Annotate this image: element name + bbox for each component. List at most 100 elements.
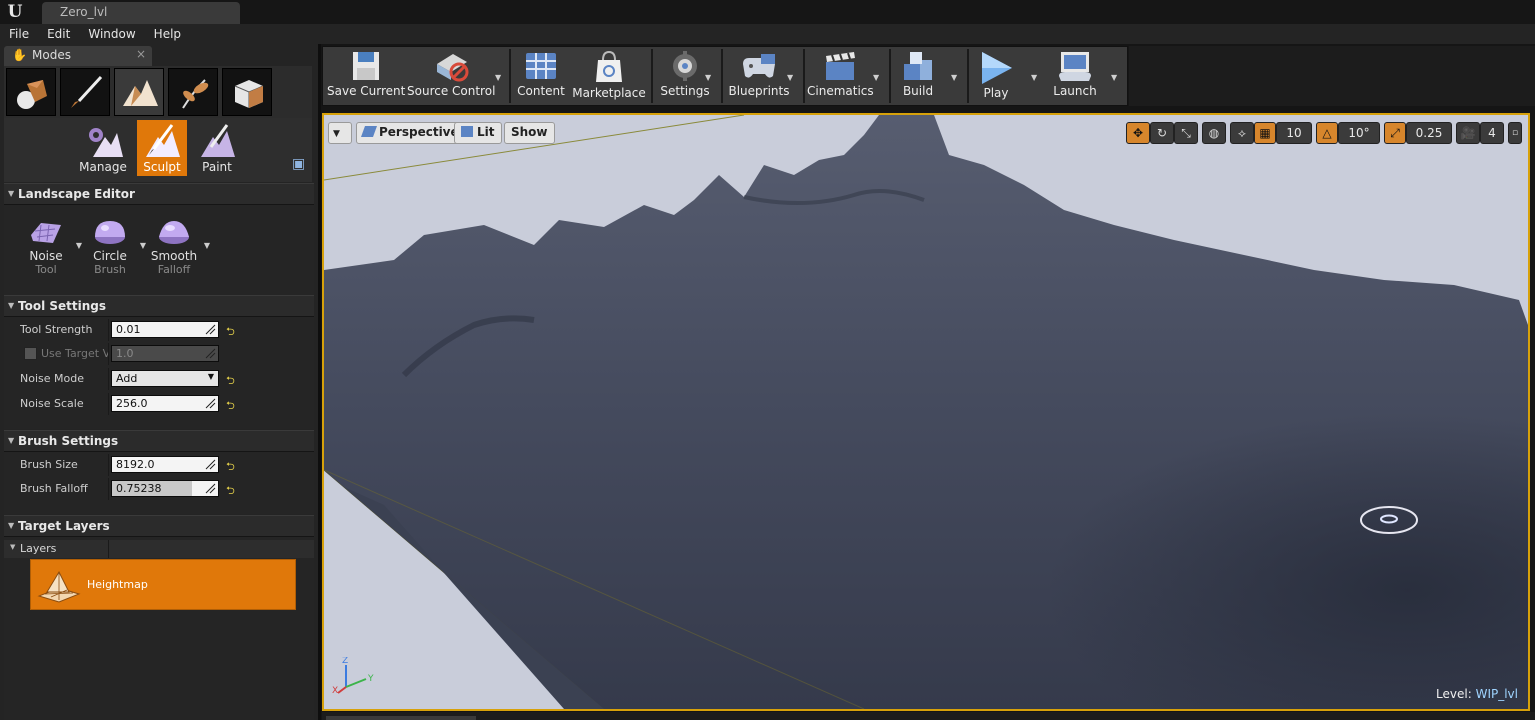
reset-arrow-icon[interactable]: ⮌ (226, 397, 235, 416)
column-divider (108, 478, 109, 500)
unreal-logo-icon[interactable]: U (4, 2, 26, 22)
brush-settings-header[interactable]: ▼ Brush Settings (4, 430, 314, 452)
surface-snap-icon[interactable]: ⟡ (1230, 122, 1254, 144)
target-layers-header[interactable]: ▼ Target Layers (4, 515, 314, 537)
rotation-snap-icon[interactable]: △ (1316, 122, 1338, 144)
settings-dropdown-icon[interactable]: ▼ (705, 73, 711, 82)
scale-snap-icon[interactable]: ⤢ (1384, 122, 1406, 144)
reset-arrow-icon[interactable]: ⮌ (226, 323, 235, 342)
landscape-editor-header[interactable]: ▼ Landscape Editor (4, 183, 314, 205)
geometry-mode-button[interactable] (222, 68, 272, 116)
toolbar-separator (721, 49, 723, 103)
show-button[interactable]: Show (504, 122, 555, 144)
build-blocks-icon (904, 52, 932, 80)
grid-snap-value[interactable]: 10 (1276, 122, 1312, 144)
build-dropdown-icon[interactable]: ▼ (951, 73, 957, 82)
lit-label: Lit (477, 125, 495, 139)
foliage-mode-button[interactable] (168, 68, 218, 116)
settings-gear-icon (673, 51, 697, 81)
scale-icon[interactable]: ⤡ (1174, 122, 1198, 144)
place-mode-button[interactable] (6, 68, 56, 116)
tool-strength-label: Tool Strength (20, 323, 93, 336)
bottom-panel-strip (322, 712, 1535, 720)
landscape-editor-body: Noise Tool ▼ Circle Brush ▼ Smooth Fallo… (4, 205, 314, 295)
noise-mode-value: Add (116, 372, 138, 385)
resize-handle-icon (205, 324, 216, 335)
circle-brush-button[interactable]: Circle Brush ▼ (80, 217, 146, 276)
landscape-mode-button[interactable] (114, 68, 164, 116)
paint-layer-mode-button[interactable]: Paint (192, 120, 242, 176)
smooth-falloff-button[interactable]: Smooth Falloff ▼ (144, 217, 210, 276)
brush-falloff-label: Brush Falloff (20, 482, 88, 495)
marketplace-button[interactable]: Marketplace (571, 47, 647, 105)
panel-splitter[interactable] (318, 44, 321, 720)
menu-bar: File Edit Window Help (0, 24, 1535, 44)
save-current-label: Save Current (327, 84, 406, 98)
menu-window[interactable]: Window (79, 24, 144, 44)
heightmap-layer-item[interactable]: Heightmap (30, 559, 296, 610)
bottom-panel-tab[interactable] (326, 716, 476, 720)
scale-snap-value[interactable]: 0.25 (1406, 122, 1452, 144)
reset-arrow-icon[interactable]: ⮌ (226, 482, 235, 501)
reset-arrow-icon[interactable]: ⮌ (226, 372, 235, 391)
brush-falloff-slider[interactable]: 0.75238 (111, 480, 219, 497)
cube-icon[interactable]: ▣ (292, 156, 305, 172)
cinematics-dropdown-icon[interactable]: ▼ (873, 73, 879, 82)
terrain-scene[interactable] (324, 115, 1528, 709)
noise-mode-row: Noise Mode Add ▼ ⮌ (4, 368, 314, 390)
blueprints-dropdown-icon[interactable]: ▼ (787, 73, 793, 82)
launch-dropdown-icon[interactable]: ▼ (1111, 73, 1117, 82)
layers-group-header[interactable]: ▼ Layers (4, 540, 314, 558)
tool-strength-input[interactable]: 0.01 (111, 321, 219, 338)
brush-size-input[interactable]: 8192.0 (111, 456, 219, 473)
blueprints-controller-icon (743, 54, 775, 78)
noise-mode-select[interactable]: Add ▼ (111, 370, 219, 387)
toolbar-separator (889, 49, 891, 103)
build-button[interactable]: Build (893, 47, 943, 105)
manage-mode-button[interactable]: Manage (78, 120, 128, 176)
world-space-icon[interactable]: ◍ (1202, 122, 1226, 144)
camera-speed-icon[interactable]: 🎥 (1456, 122, 1480, 144)
menu-help[interactable]: Help (145, 24, 190, 44)
tool-strength-value: 0.01 (116, 323, 141, 336)
tool-settings-header[interactable]: ▼ Tool Settings (4, 295, 314, 317)
camera-speed-value[interactable]: 4 (1480, 122, 1504, 144)
blueprints-button[interactable]: Blueprints (725, 47, 793, 105)
paint-mode-button[interactable] (60, 68, 110, 116)
collapse-arrow-icon: ▼ (8, 301, 15, 310)
place-mode-icon (17, 80, 47, 109)
column-divider (108, 540, 109, 558)
reset-arrow-icon[interactable]: ⮌ (226, 458, 235, 477)
play-dropdown-icon[interactable]: ▼ (1031, 73, 1037, 82)
close-icon[interactable]: × (136, 47, 146, 61)
lit-button[interactable]: Lit (454, 122, 502, 144)
axis-gizmo-icon: Z Y X (332, 657, 374, 696)
rotation-snap-value[interactable]: 10° (1338, 122, 1380, 144)
noise-tool-button[interactable]: Noise Tool ▼ (16, 217, 82, 276)
brush-icon (71, 75, 103, 108)
level-viewport[interactable]: ▼ Perspective Lit Show ✥ ↻ ⤡ ◍ ⟡ ▦ 10 △ … (322, 113, 1530, 711)
modes-tab[interactable]: ✋ Modes × (4, 46, 152, 66)
launch-button[interactable]: Launch (1047, 47, 1103, 105)
cinematics-button[interactable]: Cinematics (807, 47, 874, 105)
perspective-button[interactable]: Perspective (356, 122, 466, 144)
source-control-button[interactable]: Source Control (407, 47, 495, 105)
sculpt-mode-button[interactable]: Sculpt (137, 120, 187, 176)
maximize-viewport-icon[interactable]: ▫ (1508, 122, 1522, 144)
content-button[interactable]: Content (515, 47, 567, 105)
menu-file[interactable]: File (0, 24, 38, 44)
play-button[interactable]: Play (971, 47, 1021, 105)
source-control-dropdown-icon[interactable]: ▼ (495, 73, 501, 82)
translate-icon[interactable]: ✥ (1126, 122, 1150, 144)
noise-scale-input[interactable]: 256.0 (111, 395, 219, 412)
smooth-falloff-name: Smooth (150, 249, 198, 263)
rotate-icon[interactable]: ↻ (1150, 122, 1174, 144)
grid-snap-icon[interactable]: ▦ (1254, 122, 1276, 144)
save-current-button[interactable]: Save Current (327, 47, 406, 105)
use-target-label: Use Target Va (41, 347, 109, 360)
use-target-checkbox[interactable] (24, 347, 37, 360)
viewport-options-button[interactable]: ▼ (328, 122, 352, 144)
chevron-down-icon[interactable]: ▼ (204, 241, 210, 250)
document-tab[interactable]: Zero_lvl (42, 2, 240, 24)
menu-edit[interactable]: Edit (38, 24, 79, 44)
